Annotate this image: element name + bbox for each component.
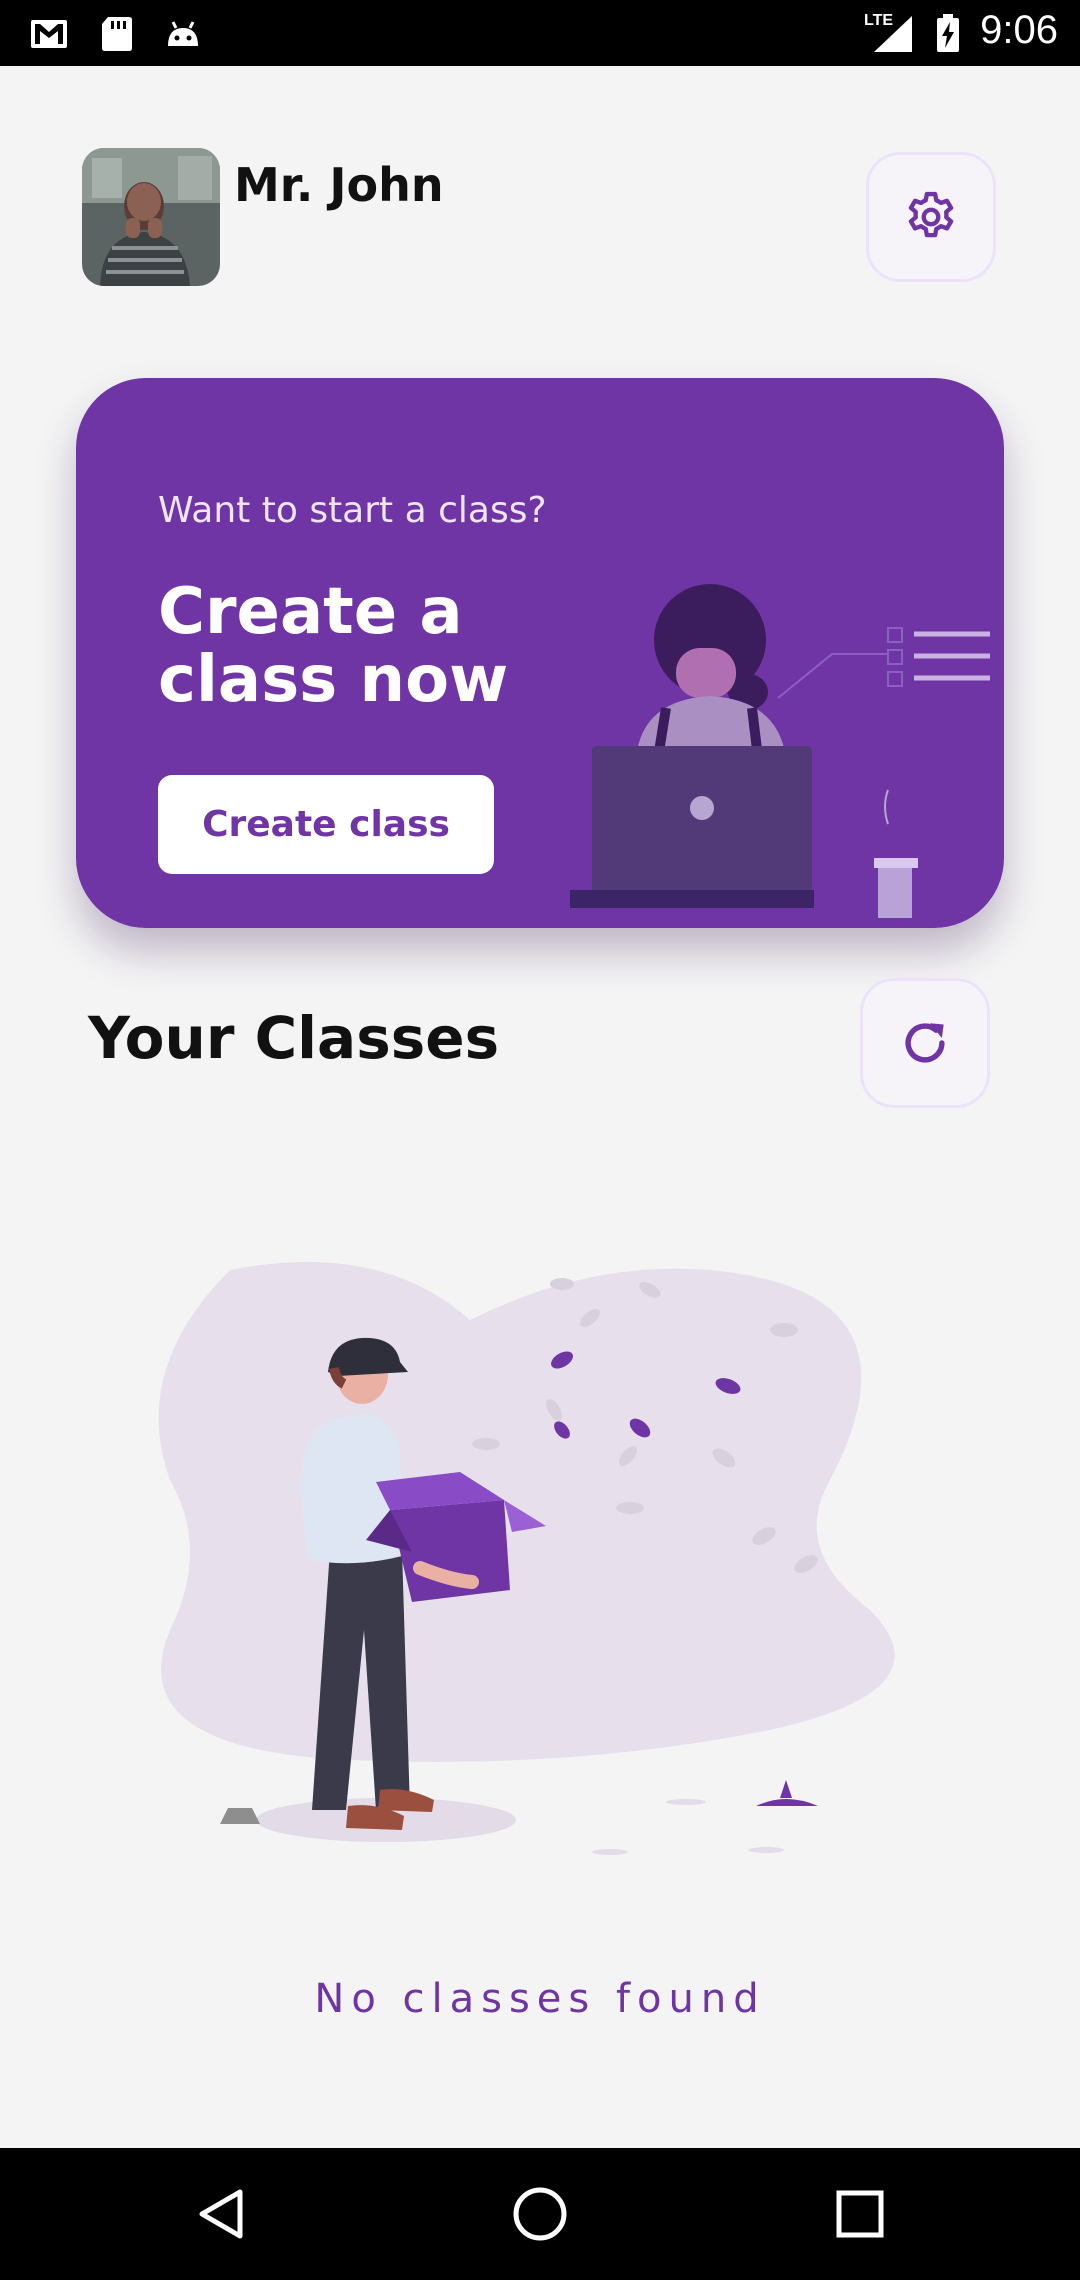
settings-button[interactable] [866, 152, 996, 282]
avatar[interactable] [82, 148, 220, 286]
home-button[interactable] [502, 2176, 578, 2252]
recents-button[interactable] [822, 2176, 898, 2252]
refresh-icon [905, 1023, 945, 1063]
empty-box-illustration [158, 1261, 895, 1855]
create-class-button[interactable]: Create class [158, 775, 494, 874]
gear-icon [908, 191, 954, 238]
profile-photo [82, 148, 220, 286]
navigation-bar [0, 2148, 1080, 2280]
back-button[interactable] [184, 2176, 260, 2252]
create-class-card: Want to start a class? Create a class no… [76, 378, 1004, 928]
sd-card-icon [102, 17, 132, 51]
battery-charging-icon [937, 14, 959, 52]
empty-state-message: No classes found [314, 1976, 766, 2022]
status-bar: LTE 9:06 [0, 0, 1080, 66]
gmail-icon [31, 20, 67, 48]
signal-icon [874, 16, 912, 52]
home-icon [513, 2187, 567, 2241]
status-time: 9:06 [980, 8, 1058, 52]
hero-subtitle: Want to start a class? [158, 490, 547, 531]
section-title: Your Classes [88, 1004, 500, 1072]
android-icon [168, 21, 198, 46]
refresh-button[interactable] [860, 978, 990, 1108]
back-icon [199, 2189, 243, 2239]
recents-icon [836, 2190, 884, 2238]
teacher-illustration [570, 584, 990, 918]
user-name: Mr. John [234, 158, 444, 212]
